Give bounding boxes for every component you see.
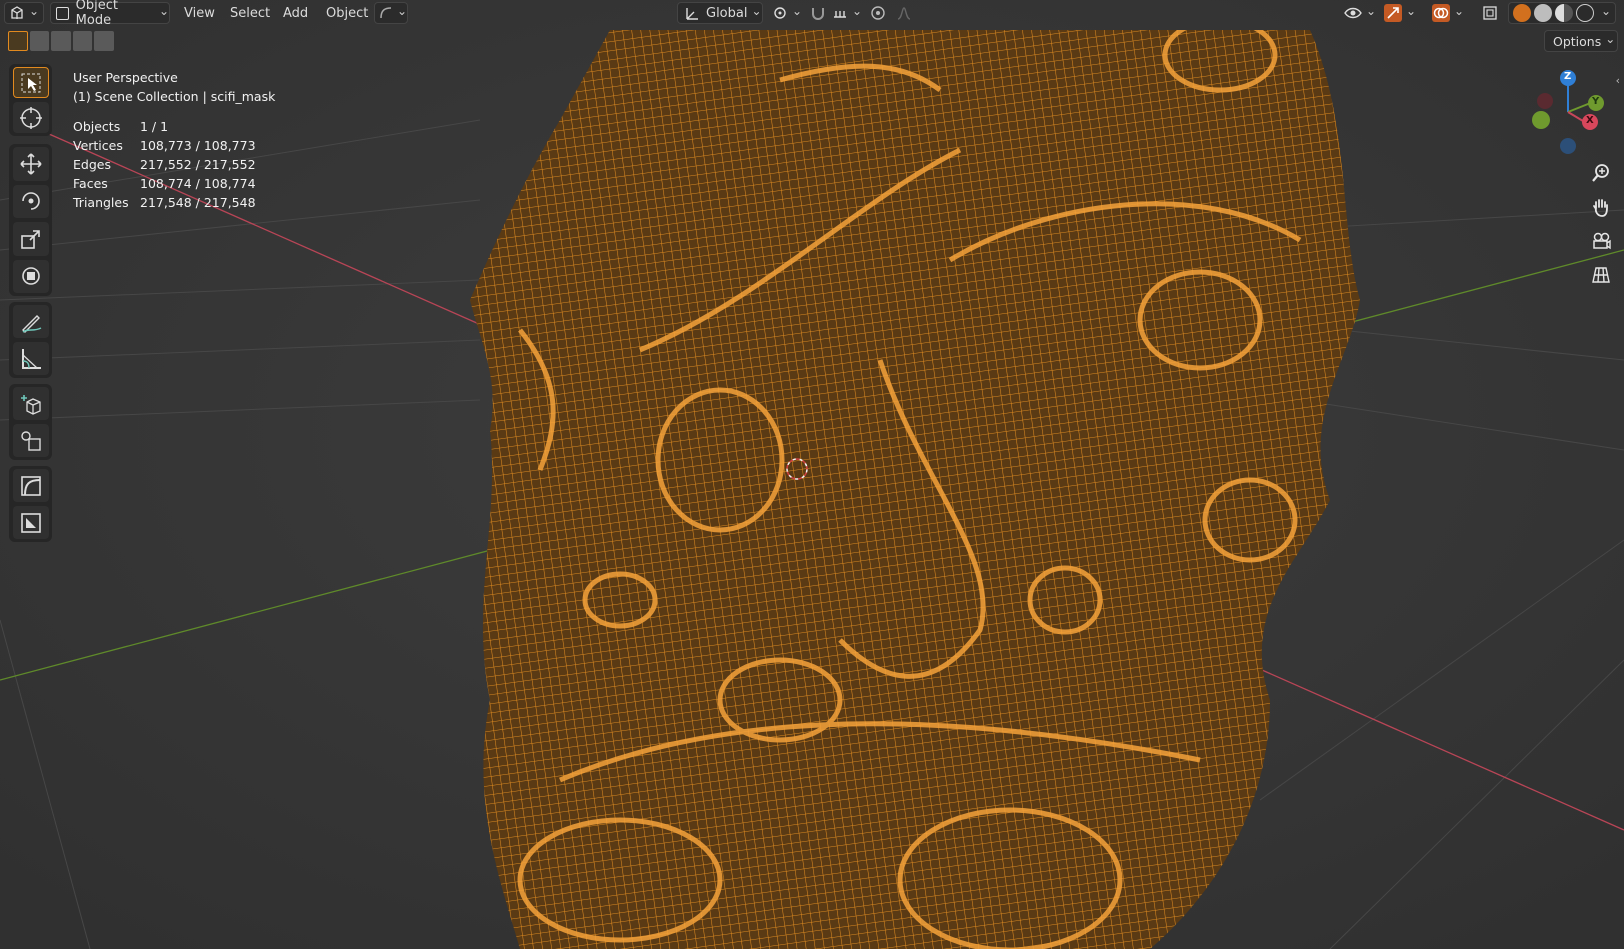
snap-target-dropdown[interactable] xyxy=(832,2,866,24)
gizmo-toggle-dropdown[interactable] xyxy=(374,2,408,24)
eye-icon xyxy=(1344,7,1362,19)
orientation-axes-icon xyxy=(686,8,698,20)
gizmo-z-label: Z xyxy=(1564,71,1572,82)
curve-icon xyxy=(380,7,392,19)
selection-mode-buttons[interactable] xyxy=(8,31,114,53)
toolbar-group-transform xyxy=(9,144,52,296)
tool-annotate[interactable] xyxy=(12,305,49,338)
wireframe-shading-icon[interactable] xyxy=(1513,4,1531,22)
tool-measure[interactable] xyxy=(12,342,49,375)
hand-icon xyxy=(1593,199,1608,217)
ruler-icon xyxy=(21,348,41,369)
3d-viewport-icon xyxy=(11,6,23,19)
solid-shading-icon[interactable] xyxy=(1534,4,1552,22)
view-name: User Perspective xyxy=(73,70,178,85)
proportional-edit-toggle[interactable] xyxy=(870,2,892,24)
tool-move[interactable] xyxy=(12,147,49,181)
collection-name: (1) Scene Collection | scifi_mask xyxy=(73,89,276,104)
magnet-icon xyxy=(812,8,824,20)
tool-rotate[interactable] xyxy=(12,184,49,218)
transform-icon xyxy=(21,267,40,286)
select-subtract-icon[interactable] xyxy=(51,31,71,51)
shading-modes[interactable] xyxy=(1508,2,1616,24)
toolbar-group-misc xyxy=(9,466,52,542)
proportional-edit-icon xyxy=(871,6,885,20)
snap-toggle[interactable] xyxy=(810,2,830,24)
sidebar-toggle-icon[interactable]: ‹ xyxy=(1616,74,1620,87)
snap-increment-icon xyxy=(834,11,846,18)
scene-statistics: Objects 1 / 1 Vertices 108,773 / 108,773 E… xyxy=(73,117,275,212)
select-extend-icon[interactable] xyxy=(29,31,50,51)
pan-button[interactable] xyxy=(1588,194,1614,220)
wireframe-mesh[interactable] xyxy=(440,20,1390,949)
toolbar-group-add xyxy=(9,384,52,460)
rendered-shading-icon[interactable] xyxy=(1576,4,1594,22)
tool-add-cube[interactable] xyxy=(12,387,49,420)
add-object-icon xyxy=(20,430,41,451)
extrude-icon xyxy=(20,512,41,533)
pivot-point-dropdown[interactable] xyxy=(772,2,806,24)
transform-orientation-dropdown[interactable]: Global xyxy=(677,2,763,24)
tool-cursor[interactable] xyxy=(12,102,49,133)
editor-type-button[interactable] xyxy=(4,2,44,24)
shear-icon xyxy=(20,475,41,496)
tool-scale[interactable] xyxy=(12,222,49,256)
camera-icon xyxy=(1593,232,1611,250)
toolbar-group-select xyxy=(9,64,52,136)
options-label: Options xyxy=(1553,33,1602,49)
overlays-dropdown[interactable] xyxy=(1432,2,1470,24)
pencil-icon xyxy=(21,314,41,333)
stat-row: Triangles 217,548 / 217,548 xyxy=(73,195,256,210)
select-box-icon xyxy=(21,73,40,93)
add-cube-icon xyxy=(20,394,41,415)
object-mode-icon xyxy=(56,6,69,20)
falloff-dropdown[interactable] xyxy=(896,2,918,24)
stat-row: Faces 108,774 / 108,774 xyxy=(73,176,256,191)
falloff-curve-icon xyxy=(897,7,911,20)
options-dropdown[interactable]: Options xyxy=(1544,30,1618,52)
gizmo-x-label: X xyxy=(1586,115,1594,126)
scale-icon xyxy=(20,229,40,249)
xray-icon xyxy=(1483,6,1497,20)
orientation-label: Global xyxy=(706,5,748,21)
select-invert-icon[interactable] xyxy=(72,31,93,51)
menu-view[interactable]: View xyxy=(184,2,215,24)
xray-toggle[interactable] xyxy=(1482,2,1504,24)
select-intersect-icon[interactable] xyxy=(94,31,114,51)
select-new-icon[interactable] xyxy=(8,31,28,51)
menu-object[interactable]: Object xyxy=(326,2,368,24)
zoom-button[interactable] xyxy=(1588,160,1614,186)
tool-shear[interactable] xyxy=(12,469,49,502)
tool-extrude[interactable] xyxy=(12,506,49,539)
perspective-toggle-button[interactable] xyxy=(1588,262,1614,288)
visibility-dropdown[interactable] xyxy=(1344,2,1378,24)
gizmo-dropdown[interactable] xyxy=(1384,2,1422,24)
stat-row: Edges 217,552 / 217,552 xyxy=(73,157,256,172)
menu-add[interactable]: Add xyxy=(283,2,308,24)
rotate-icon xyxy=(21,192,40,211)
material-preview-icon[interactable] xyxy=(1555,4,1573,22)
gizmo-arrows-icon xyxy=(1384,4,1402,22)
grid-perspective-icon xyxy=(1592,267,1610,283)
toolbar-group-annotate xyxy=(9,302,52,378)
mode-label: Object Mode xyxy=(75,0,118,28)
move-icon xyxy=(19,153,42,175)
pivot-icon xyxy=(774,7,786,19)
stat-row: Objects 1 / 1 xyxy=(73,119,169,134)
cursor-icon xyxy=(19,106,42,129)
stat-row: Vertices 108,773 / 108,773 xyxy=(73,138,256,153)
zoom-icon xyxy=(1592,164,1609,182)
mode-dropdown[interactable]: Object Mode xyxy=(50,0,170,28)
gizmo-y-label: Y xyxy=(1592,96,1600,107)
viewport-info: User Perspective (1) Scene Collection | … xyxy=(73,68,275,212)
tool-select-box[interactable] xyxy=(12,67,49,99)
tool-transform[interactable] xyxy=(12,259,49,293)
menu-select[interactable]: Select xyxy=(230,2,270,24)
tool-add-object[interactable] xyxy=(12,424,49,457)
overlays-icon xyxy=(1432,4,1450,22)
camera-view-button[interactable] xyxy=(1588,228,1614,254)
